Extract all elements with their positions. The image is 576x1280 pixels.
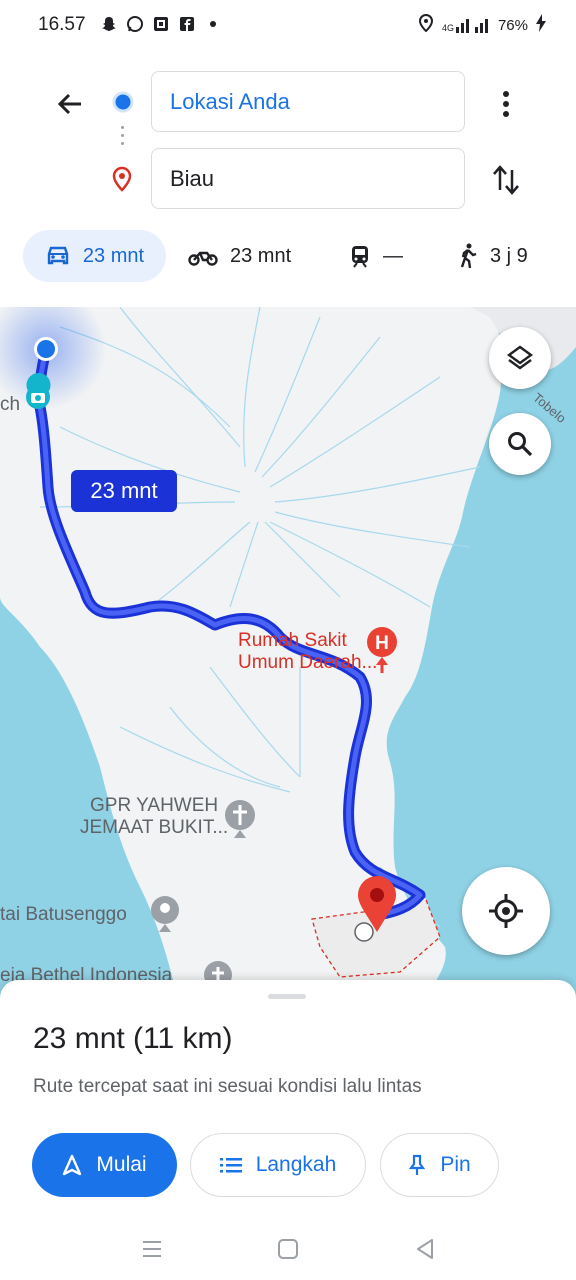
search-button[interactable] xyxy=(489,413,551,475)
mode-car[interactable]: 23 mnt xyxy=(23,230,166,282)
church-label[interactable]: GPR YAHWEH JEMAAT BUKIT... xyxy=(80,795,228,839)
snapchat-icon xyxy=(100,15,118,33)
my-location-button[interactable] xyxy=(462,867,550,955)
back-nav-button[interactable] xyxy=(410,1234,440,1264)
back-triangle-icon xyxy=(417,1239,433,1259)
network-label: 4G xyxy=(441,23,454,33)
arrow-back-icon xyxy=(57,93,81,115)
search-icon xyxy=(508,432,533,457)
origin-dot-icon xyxy=(115,94,131,110)
facebook-icon xyxy=(178,15,196,33)
pushpin-icon xyxy=(409,1154,426,1175)
pin-label: Pin xyxy=(440,1153,471,1176)
origin-field[interactable]: Lokasi Anda xyxy=(151,71,465,132)
system-navigation-bar xyxy=(0,1220,576,1280)
start-button[interactable]: Mulai xyxy=(32,1133,177,1197)
layers-button[interactable] xyxy=(489,327,551,389)
more-vert-icon xyxy=(503,91,509,117)
swap-button[interactable] xyxy=(486,160,526,200)
mode-motorcycle-time: 23 mnt xyxy=(230,244,292,267)
route-dots xyxy=(121,126,125,150)
gallery-icon xyxy=(152,15,170,33)
layers-icon xyxy=(506,345,534,370)
home-square-icon xyxy=(278,1239,298,1259)
my-location-icon xyxy=(489,894,523,928)
mode-walk-time: 3 j 9 xyxy=(490,244,528,267)
destination-field[interactable]: Biau xyxy=(151,148,465,209)
steps-label: Langkah xyxy=(255,1153,337,1176)
pin-button[interactable]: Pin xyxy=(380,1133,499,1197)
mode-transit-time: — xyxy=(383,244,403,267)
sheet-drag-handle[interactable] xyxy=(268,994,306,999)
mode-transit[interactable]: — xyxy=(349,230,403,282)
walk-icon xyxy=(460,243,477,269)
train-icon xyxy=(352,246,368,268)
recent-apps-button[interactable] xyxy=(137,1234,167,1264)
car-icon xyxy=(47,246,69,265)
menu-icon xyxy=(143,1241,161,1257)
directions-header: Lokasi Anda Biau 23 mnt 23 mnt — 3 j 9 xyxy=(0,52,576,307)
hospital-label[interactable]: Rumah Sakit Umum Daerah... xyxy=(238,630,377,674)
home-button[interactable] xyxy=(273,1234,303,1264)
motorcycle-icon xyxy=(188,251,218,266)
location-icon xyxy=(418,13,434,36)
list-icon xyxy=(219,1158,242,1173)
start-label: Mulai xyxy=(96,1153,147,1176)
destination-end-dot xyxy=(354,922,374,942)
status-bar: 16.57 4G 76% xyxy=(0,0,576,52)
status-time: 16.57 xyxy=(38,14,86,35)
mode-motorcycle[interactable]: 23 mnt xyxy=(188,230,291,282)
status-right: 4G 76% xyxy=(418,13,546,36)
more-options-button[interactable] xyxy=(488,82,524,126)
dot-icon xyxy=(204,15,222,33)
route-description: Rute tercepat saat ini sesuai kondisi la… xyxy=(33,1076,422,1097)
route-summary: 23 mnt (11 km) xyxy=(33,1022,233,1055)
mode-car-time: 23 mnt xyxy=(82,244,145,267)
steps-button[interactable]: Langkah xyxy=(190,1133,366,1197)
notification-icons xyxy=(100,15,222,33)
battery-label: 76% xyxy=(497,16,528,34)
swap-vert-icon xyxy=(493,165,519,195)
whatsapp-icon xyxy=(126,15,144,33)
mode-walk[interactable]: 3 j 9 xyxy=(458,230,528,282)
charging-icon xyxy=(536,14,546,36)
travel-modes: 23 mnt 23 mnt — 3 j 9 xyxy=(0,226,576,286)
edge-label: ch xyxy=(0,394,21,415)
destination-pin-icon xyxy=(110,166,134,197)
beach-label[interactable]: tai Batusenggo xyxy=(0,904,127,926)
back-button[interactable] xyxy=(48,82,92,126)
map-view[interactable]: H Tobelo ch 23 mnt Rumah Sakit Umum Daer… xyxy=(0,307,576,1007)
navigation-icon xyxy=(63,1154,82,1176)
network-icon: 4G xyxy=(442,17,490,33)
route-time-badge[interactable]: 23 mnt xyxy=(71,470,177,512)
